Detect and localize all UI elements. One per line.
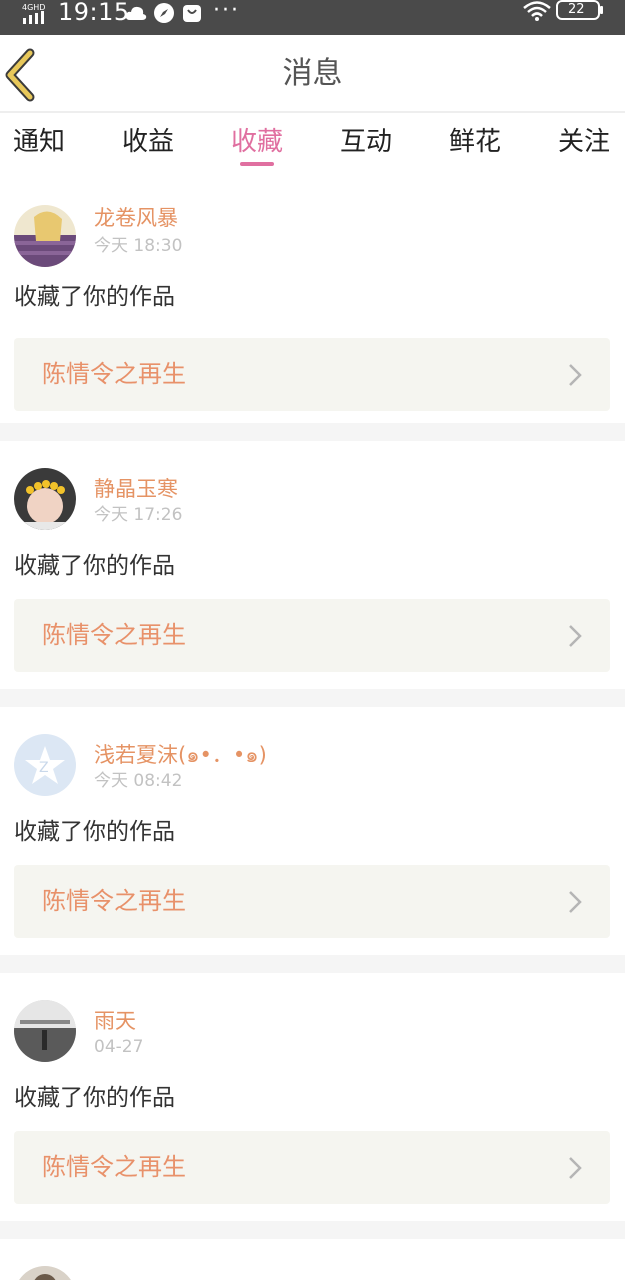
svg-text:Z: Z — [39, 760, 49, 776]
avatar[interactable]: Z — [14, 734, 76, 796]
compass-icon — [154, 3, 174, 23]
chevron-right-icon — [569, 1157, 582, 1179]
work-title: 陈情令之再生 — [42, 360, 186, 388]
message-time: 今天 18:30 — [94, 236, 183, 256]
message-text: 收藏了你的作品 — [14, 1085, 175, 1111]
chevron-right-icon — [569, 625, 582, 647]
chevron-right-icon — [569, 364, 582, 386]
message-card: Z 浅若夏沫(๑•．•๑) 今天 08:42 收藏了你的作品 陈情令之再生 — [0, 707, 625, 954]
work-title: 陈情令之再生 — [42, 887, 186, 915]
message-time: 今天 08:42 — [94, 771, 183, 791]
tab-bar: 通知 收益 收藏 互动 鲜花 关注 — [0, 115, 625, 175]
wifi-icon — [523, 1, 551, 21]
status-bar: 4GHD 19:15 ··· 22 — [0, 0, 625, 35]
username[interactable]: 浅若夏沫(๑•．•๑) — [94, 740, 267, 770]
message-text: 收藏了你的作品 — [14, 819, 175, 845]
active-tab-indicator — [240, 162, 274, 166]
back-arrow-icon[interactable] — [0, 45, 60, 105]
work-title: 陈情令之再生 — [42, 1153, 186, 1181]
card-divider — [0, 423, 625, 441]
tab-earnings[interactable]: 收益 — [122, 125, 174, 159]
message-time: 今天 17:26 — [94, 505, 183, 525]
work-link[interactable]: 陈情令之再生 — [14, 1131, 610, 1204]
avatar[interactable] — [14, 1266, 76, 1280]
chevron-right-icon — [569, 891, 582, 913]
status-time: 19:15 — [58, 0, 130, 26]
battery-level: 22 — [568, 2, 585, 17]
tab-favorites[interactable]: 收藏 — [231, 125, 283, 159]
avatar[interactable] — [14, 1000, 76, 1062]
nav-header: 消息 — [0, 35, 625, 113]
signal-icon: 4GHD — [22, 3, 45, 24]
card-divider — [0, 689, 625, 707]
message-text: 收藏了你的作品 — [14, 553, 175, 579]
tab-following[interactable]: 关注 — [558, 125, 610, 159]
message-time: 04-27 — [94, 1037, 144, 1057]
username[interactable]: 静晶玉寒 — [94, 474, 178, 504]
work-link[interactable]: 陈情令之再生 — [14, 599, 610, 672]
username[interactable]: 龙卷风暴 — [94, 203, 178, 233]
work-link[interactable]: 陈情令之再生 — [14, 338, 610, 411]
card-divider — [0, 1221, 625, 1239]
avatar[interactable] — [14, 205, 76, 267]
message-card: 雨天 04-27 收藏了你的作品 陈情令之再生 — [0, 973, 625, 1220]
tab-interactions[interactable]: 互动 — [340, 125, 392, 159]
svg-text:4GHD: 4GHD — [22, 3, 45, 12]
page-title: 消息 — [282, 56, 343, 91]
bag-icon — [183, 5, 201, 22]
battery-icon: 22 — [556, 0, 600, 20]
work-title: 陈情令之再生 — [42, 621, 186, 649]
username[interactable]: 雨天 — [94, 1006, 136, 1036]
message-card: 静晶玉寒 今天 17:26 收藏了你的作品 陈情令之再生 — [0, 441, 625, 688]
more-icon: ··· — [213, 0, 240, 23]
cloud-icon — [125, 6, 147, 20]
message-card: 龙卷风暴 今天 18:30 收藏了你的作品 陈情令之再生 — [0, 190, 625, 437]
work-link[interactable]: 陈情令之再生 — [14, 865, 610, 938]
tab-flowers[interactable]: 鲜花 — [449, 125, 501, 159]
battery-tip — [600, 6, 603, 14]
message-text: 收藏了你的作品 — [14, 284, 175, 310]
avatar[interactable] — [14, 468, 76, 530]
card-divider — [0, 955, 625, 973]
tab-notifications[interactable]: 通知 — [13, 125, 65, 159]
message-card — [0, 1239, 625, 1280]
